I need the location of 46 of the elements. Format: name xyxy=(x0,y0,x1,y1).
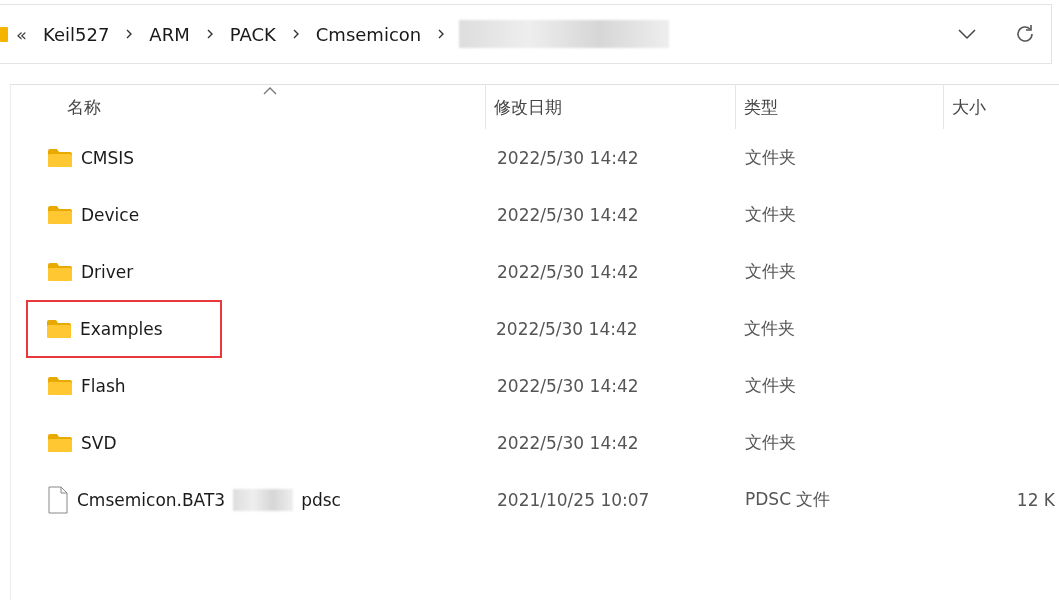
folder-icon xyxy=(46,318,72,339)
folder-icon xyxy=(47,432,73,453)
column-header[interactable]: 类型 xyxy=(736,85,944,129)
type-cell-text: 文件夹 xyxy=(744,374,797,397)
folder-icon xyxy=(47,261,73,282)
date-cell-text: 2022/5/30 14:42 xyxy=(496,375,640,396)
date-cell-text: 2022/5/30 14:42 xyxy=(496,204,640,225)
type-cell-text: PDSC 文件 xyxy=(744,488,832,511)
file-name[interactable]: Device xyxy=(81,204,140,225)
file-icon xyxy=(47,485,69,514)
overflow-button[interactable]: « xyxy=(16,23,27,45)
file-name[interactable]: Examples xyxy=(80,318,163,339)
column-header[interactable]: 修改日期 xyxy=(486,85,736,129)
date-cell-text: 2022/5/30 14:42 xyxy=(495,318,639,339)
file-name[interactable]: Driver xyxy=(81,261,134,282)
column-header[interactable]: 大小 xyxy=(944,85,1059,129)
dropdown-icon[interactable] xyxy=(957,28,977,40)
date-cell-text: 2021/10/25 10:07 xyxy=(496,489,651,510)
column-header[interactable]: 名称 xyxy=(11,85,486,129)
address-bar[interactable]: « Keil527 ARM PACK Cmsemicon xyxy=(0,4,1052,64)
folder-icon xyxy=(47,375,73,396)
chevron-icon xyxy=(125,28,134,40)
chevron-icon xyxy=(437,28,446,40)
file-name[interactable]: Cmsemicon.BAT3 xyxy=(77,489,226,510)
type-cell-text: 文件夹 xyxy=(744,203,797,226)
breadcrumb-item[interactable]: PACK xyxy=(229,23,276,45)
date-cell-text: 2022/5/30 14:42 xyxy=(496,261,640,282)
type-cell-text: 文件夹 xyxy=(744,260,797,283)
breadcrumb-item[interactable]: Cmsemicon xyxy=(315,23,422,45)
file-name[interactable]: Flash xyxy=(81,375,126,396)
type-cell-text: 文件夹 xyxy=(744,146,797,169)
date-cell-text: 2022/5/30 14:42 xyxy=(496,147,640,168)
chevron-icon xyxy=(205,28,214,40)
breadcrumb-item[interactable]: ARM xyxy=(149,23,190,45)
date-cell-text: 2022/5/30 14:42 xyxy=(496,432,640,453)
breadcrumb-item[interactable]: Keil527 xyxy=(43,23,110,45)
folder-icon xyxy=(47,147,73,168)
file-name[interactable]: CMSIS xyxy=(81,147,135,168)
size-cell-text: 12 K xyxy=(1015,489,1056,510)
folder-icon xyxy=(0,25,8,43)
type-cell-text: 文件夹 xyxy=(743,317,796,340)
type-cell-text: 文件夹 xyxy=(744,431,797,454)
chevron-icon xyxy=(291,28,300,40)
file-extension: pdsc xyxy=(301,489,341,510)
folder-icon xyxy=(47,204,73,225)
file-name[interactable]: SVD xyxy=(81,432,117,453)
